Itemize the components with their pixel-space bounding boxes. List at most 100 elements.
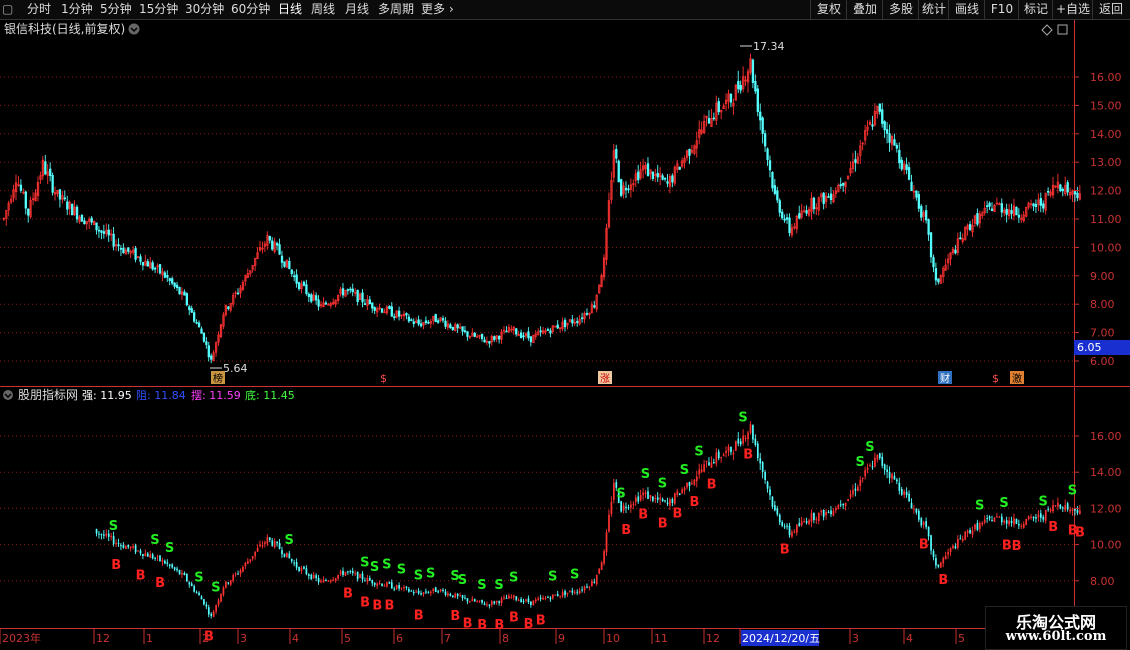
indicator-candle-body xyxy=(366,577,369,582)
indicator-candle-body xyxy=(844,502,847,507)
indicator-candle-body xyxy=(478,600,481,602)
indicator-candle-body xyxy=(1061,507,1064,509)
indicator-candle-body xyxy=(312,574,315,579)
price-candle-body xyxy=(990,208,994,212)
indicator-candle-body xyxy=(920,518,923,526)
price-candle-body xyxy=(480,333,484,339)
indicator-candle-body xyxy=(605,532,608,553)
indicator-candle-body xyxy=(776,508,779,515)
period-monthly[interactable]: 月线 xyxy=(345,1,369,18)
indicator-candle-body xyxy=(756,443,759,459)
indicator-candle-body xyxy=(149,554,152,558)
period-15min[interactable]: 15分钟 xyxy=(139,1,178,18)
date-axis-label: 3 xyxy=(852,632,859,645)
indicator-candle-body xyxy=(634,497,637,502)
indicator-candle-body xyxy=(949,548,952,552)
price-candle-body xyxy=(927,219,930,235)
indicator-candle-body xyxy=(864,470,867,477)
overlay-button[interactable]: 叠加 xyxy=(846,0,883,19)
price-candle-body xyxy=(663,177,667,180)
multi-stock-button[interactable]: 多股 xyxy=(882,0,919,19)
indicator-candle-body xyxy=(720,457,723,459)
indicator-candle-body xyxy=(325,579,327,581)
period-30min[interactable]: 30分钟 xyxy=(185,1,224,18)
indicator-candle-body xyxy=(193,586,196,592)
draw-line-button[interactable]: 画线 xyxy=(948,0,985,19)
indicator-candle-body xyxy=(747,432,749,440)
buy-signal: B xyxy=(919,537,929,552)
indicator-candle-body xyxy=(1018,523,1020,526)
main-axis-label: 7.00 xyxy=(1090,327,1115,340)
price-candle-body xyxy=(515,328,518,335)
price-candle-body xyxy=(175,284,179,288)
period-more[interactable]: 更多 xyxy=(421,1,445,18)
indicator-candle-body xyxy=(447,593,449,596)
indicator-candle-body xyxy=(1010,521,1013,523)
panel-maximize-icon[interactable] xyxy=(1057,24,1068,35)
price-candle-body xyxy=(805,210,808,214)
indicator-candle-body xyxy=(195,592,198,594)
restore-rights-button[interactable]: 复权 xyxy=(810,0,847,19)
indicator-candle-body xyxy=(225,581,227,588)
indicator-candle-body xyxy=(388,582,391,584)
indicator-candle-body xyxy=(639,495,642,501)
period-daily[interactable]: 日线 xyxy=(278,1,302,18)
statistics-button[interactable]: 统计 xyxy=(918,0,949,19)
indicator-candle-body xyxy=(473,599,476,602)
indicator-candle-body xyxy=(259,544,261,547)
menu-icon[interactable]: ▢ xyxy=(2,1,13,18)
sell-signal: S xyxy=(641,467,650,482)
price-candle-body xyxy=(427,321,430,324)
indicator-candle-body xyxy=(808,520,810,525)
indicator-axis-label: 16.00 xyxy=(1090,430,1122,443)
diamond-icon[interactable] xyxy=(1041,24,1053,36)
price-candle-body xyxy=(778,200,781,213)
price-candle-body xyxy=(463,330,467,333)
indicator-candle-body xyxy=(888,472,891,478)
dropdown-icon[interactable] xyxy=(128,23,140,35)
add-favorite-button[interactable]: +自选 xyxy=(1052,0,1093,19)
back-button[interactable]: 返回 xyxy=(1092,0,1129,19)
price-candle-body xyxy=(563,319,567,328)
f10-button[interactable]: F10 xyxy=(984,0,1019,19)
sell-signal: S xyxy=(360,556,369,571)
price-candle-body xyxy=(305,284,308,294)
buy-signal: B xyxy=(690,495,700,510)
period-multi[interactable]: 多周期 xyxy=(378,1,414,18)
event-marker-zhang-text: 涨 xyxy=(600,373,610,385)
price-candle-body xyxy=(483,339,486,343)
period-60min[interactable]: 60分钟 xyxy=(231,1,270,18)
event-marker-dollar-2[interactable]: $ xyxy=(992,372,999,385)
chart-area[interactable]: 16.0015.0014.0013.0012.0011.0010.009.008… xyxy=(0,20,1130,650)
indicator-candle-body xyxy=(1049,509,1052,512)
buy-signal: B xyxy=(385,599,395,614)
indicator-candle-body xyxy=(207,607,210,615)
indicator-candle-body xyxy=(793,531,796,533)
price-candle-body xyxy=(158,264,162,274)
indicator-candle-body xyxy=(1008,520,1010,525)
indicator-candle-body xyxy=(620,501,623,512)
price-candle-body xyxy=(278,244,281,255)
mark-button[interactable]: 标记 xyxy=(1018,0,1053,19)
indicator-dropdown-icon[interactable] xyxy=(3,390,13,400)
event-marker-dollar[interactable]: $ xyxy=(380,372,387,385)
indicator-candle-body xyxy=(412,591,415,594)
period-weekly[interactable]: 周线 xyxy=(311,1,335,18)
indicator-candle-body xyxy=(229,580,232,585)
period-1min[interactable]: 1分钟 xyxy=(61,1,93,18)
indicator-candle-body xyxy=(1057,502,1059,507)
period-intraday[interactable]: 分时 xyxy=(27,1,51,18)
indicator-candle-body xyxy=(1005,520,1008,524)
date-axis-label: 11 xyxy=(654,632,668,645)
indicator-candle-body xyxy=(549,597,552,600)
chevron-right-icon[interactable]: › xyxy=(449,1,454,18)
indicator-candle-body xyxy=(317,578,320,583)
indicator-candle-body xyxy=(896,479,898,482)
indicator-candle-body xyxy=(271,540,274,546)
indicator-candle-body xyxy=(842,503,845,506)
indicator-candle-body xyxy=(410,590,413,592)
price-candle-body xyxy=(900,159,903,170)
indicator-candle-body xyxy=(705,460,708,463)
buy-signal: B xyxy=(414,608,424,623)
period-5min[interactable]: 5分钟 xyxy=(100,1,132,18)
